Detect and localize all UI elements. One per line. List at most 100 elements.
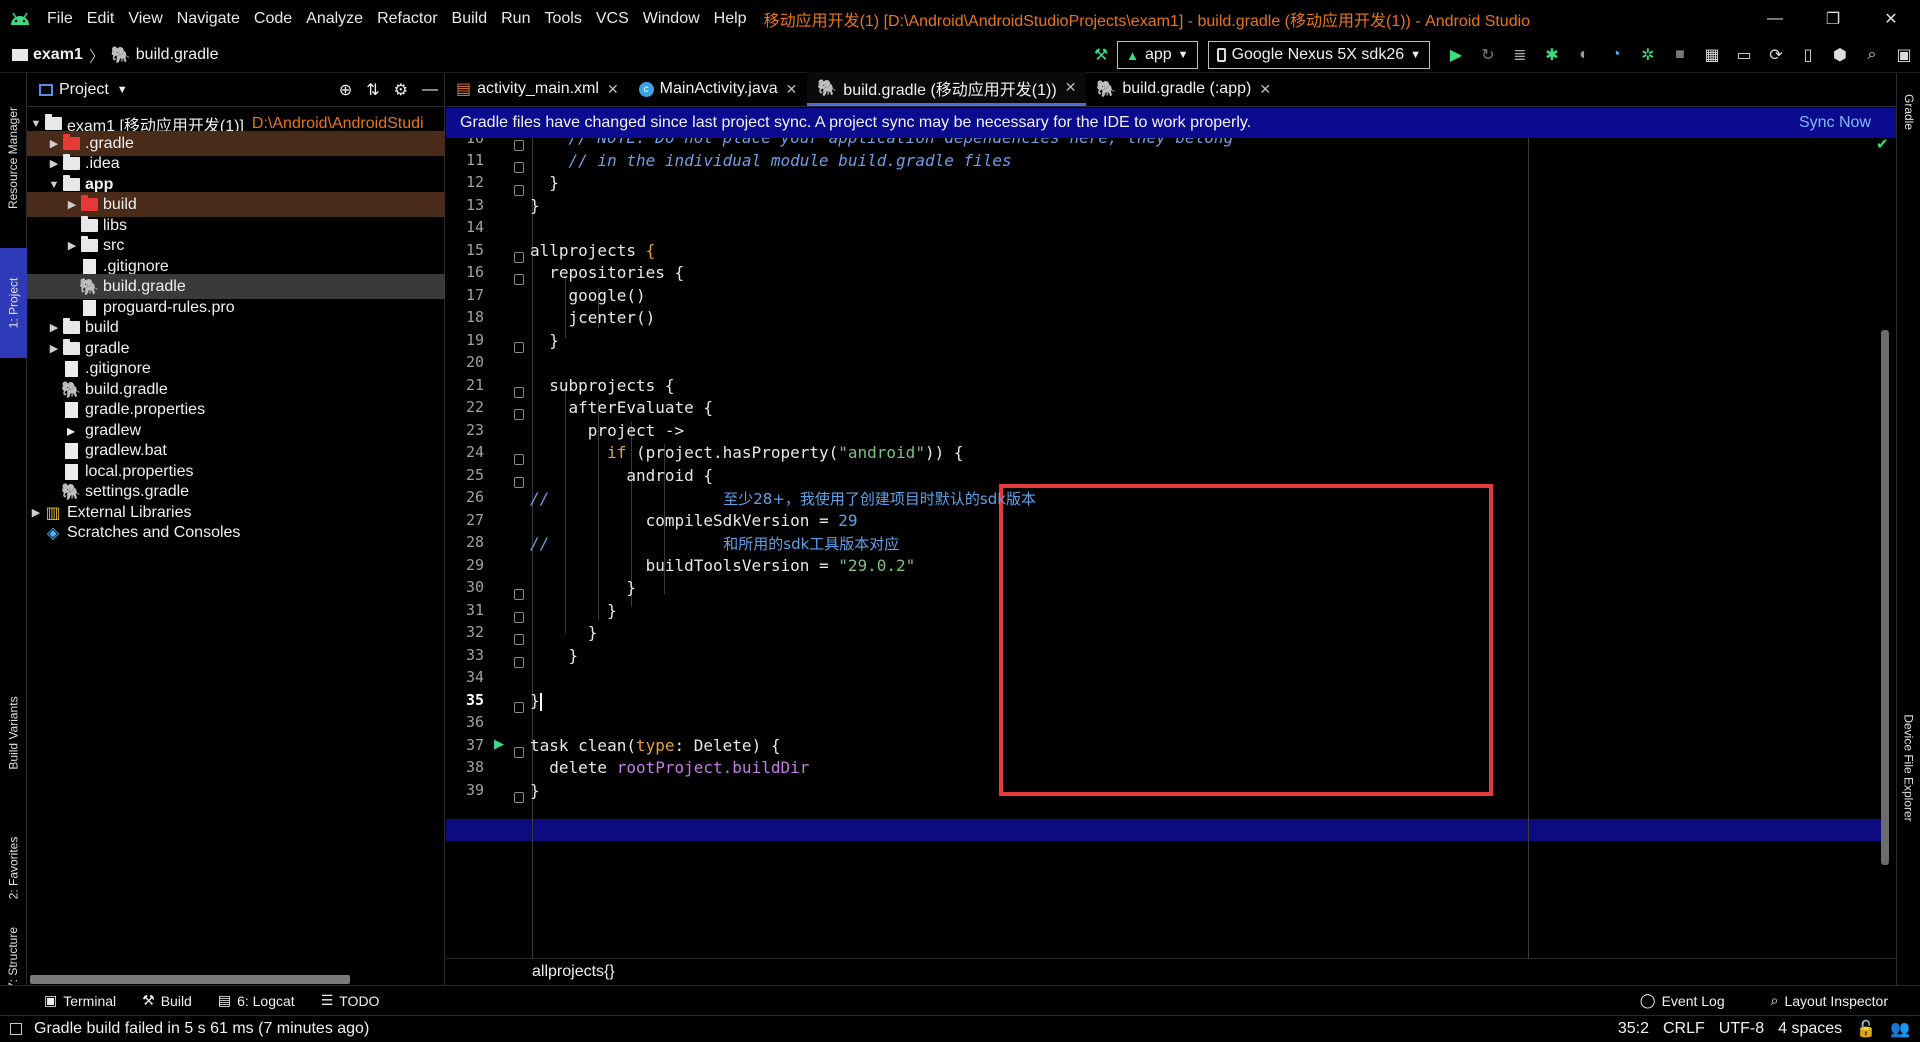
- debug-icon[interactable]: ✱: [1536, 37, 1568, 73]
- git-user-icon[interactable]: 👥: [1890, 1019, 1910, 1039]
- run-gutter-icon[interactable]: ▶: [494, 736, 504, 752]
- collapse-all-icon[interactable]: ⇅: [366, 80, 379, 100]
- menu-navigate[interactable]: Navigate: [170, 10, 247, 28]
- expand-arrow-icon[interactable]: ▶: [29, 506, 43, 519]
- sync-now-link[interactable]: Sync Now: [1799, 114, 1871, 132]
- sdk-manager-icon[interactable]: ⬢: [1824, 37, 1856, 73]
- gradle-tab[interactable]: Gradle: [1897, 77, 1920, 147]
- expand-arrow-icon[interactable]: ▼: [47, 179, 61, 191]
- restore-button[interactable]: ❐: [1804, 0, 1862, 37]
- expand-arrow-icon[interactable]: ▶: [47, 157, 61, 170]
- expand-arrow-icon[interactable]: ▶: [65, 198, 79, 211]
- gear-icon[interactable]: ⚙: [394, 80, 408, 100]
- fold-marker-icon[interactable]: [514, 162, 524, 173]
- tab-build-gradle-app[interactable]: 🐘 build.gradle (:app) ✕: [1086, 72, 1281, 106]
- device-file-explorer-tab[interactable]: Device File Explorer: [1897, 673, 1920, 863]
- project-tool-tab[interactable]: 1: Project: [0, 248, 27, 358]
- fold-marker-icon[interactable]: [514, 342, 524, 353]
- expand-arrow-icon[interactable]: ▶: [65, 239, 79, 252]
- fold-marker-icon[interactable]: [514, 589, 524, 600]
- run-config-select[interactable]: ▲ app ▼: [1117, 41, 1198, 69]
- minimize-button[interactable]: —: [1746, 0, 1804, 37]
- avd-manager-icon[interactable]: ▭: [1728, 37, 1760, 73]
- fold-marker-icon[interactable]: [514, 185, 524, 196]
- menu-refactor[interactable]: Refactor: [370, 10, 444, 28]
- locate-file-icon[interactable]: ⊕: [339, 80, 352, 100]
- inspection-ok-icon[interactable]: ✔: [1876, 138, 1889, 153]
- menu-tools[interactable]: Tools: [537, 10, 588, 28]
- attach-debugger-icon[interactable]: ✲: [1632, 37, 1664, 73]
- menu-view[interactable]: View: [121, 10, 169, 28]
- device-manager-icon[interactable]: ▯: [1792, 37, 1824, 73]
- expand-arrow-icon[interactable]: ▼: [29, 118, 43, 130]
- breadcrumb-project[interactable]: exam1: [33, 46, 83, 64]
- device-select[interactable]: Google Nexus 5X sdk26 ▼: [1207, 41, 1430, 69]
- apply-changes-icon[interactable]: ↻: [1472, 37, 1504, 73]
- menu-build[interactable]: Build: [445, 10, 495, 28]
- tab-build-gradle-project[interactable]: 🐘 build.gradle (移动应用开发(1)) ✕: [807, 72, 1087, 106]
- fold-marker-icon[interactable]: [514, 140, 524, 151]
- profile-icon[interactable]: ◐: [1568, 37, 1600, 73]
- fold-marker-icon[interactable]: [514, 612, 524, 623]
- status-message[interactable]: Gradle build failed in 5 s 61 ms (7 minu…: [34, 1020, 369, 1038]
- profiler-gauge-icon[interactable]: ◔: [1600, 37, 1632, 73]
- close-tab-icon[interactable]: ✕: [607, 81, 619, 98]
- close-tab-icon[interactable]: ✕: [1259, 81, 1271, 98]
- menu-help[interactable]: Help: [707, 10, 754, 28]
- terminal-tab[interactable]: ▣ Terminal: [38, 992, 122, 1009]
- caret-position[interactable]: 35:2: [1618, 1020, 1649, 1038]
- resource-manager-tab[interactable]: Resource Manager: [0, 83, 27, 233]
- stop-icon[interactable]: ■: [1664, 37, 1696, 73]
- editor-vertical-scrollbar[interactable]: [1881, 330, 1889, 865]
- logcat-tab[interactable]: ▤ 6: Logcat: [212, 992, 301, 1009]
- fold-marker-icon[interactable]: [514, 634, 524, 645]
- project-horizontal-scrollbar[interactable]: [30, 975, 350, 984]
- fold-marker-icon[interactable]: [514, 477, 524, 488]
- favorites-tab[interactable]: 2: Favorites: [0, 818, 27, 918]
- close-tab-icon[interactable]: ✕: [1065, 79, 1077, 96]
- lock-icon[interactable]: 🔓: [1856, 1019, 1876, 1039]
- expand-arrow-icon[interactable]: ▶: [47, 321, 61, 334]
- settings-icon[interactable]: ▣: [1888, 37, 1920, 73]
- expand-arrow-icon[interactable]: ▶: [47, 137, 61, 150]
- run-icon[interactable]: ▶: [1440, 37, 1472, 73]
- menu-vcs[interactable]: VCS: [589, 10, 636, 28]
- editor-breadcrumb[interactable]: allprojects{}: [446, 958, 1896, 985]
- fold-marker-icon[interactable]: [514, 792, 524, 803]
- search-icon[interactable]: ⌕: [1856, 37, 1888, 73]
- menu-run[interactable]: Run: [494, 10, 537, 28]
- fold-marker-icon[interactable]: [514, 409, 524, 420]
- layout-inspector-tab[interactable]: ⌕ Layout Inspector: [1765, 992, 1894, 1009]
- todo-tab[interactable]: ☰ TODO: [315, 992, 386, 1009]
- fold-marker-icon[interactable]: [514, 252, 524, 263]
- menu-analyze[interactable]: Analyze: [299, 10, 370, 28]
- event-log-tab[interactable]: ◯ Event Log: [1634, 992, 1731, 1009]
- fold-marker-icon[interactable]: [514, 657, 524, 668]
- editor-breadcrumb-label[interactable]: allprojects{}: [532, 963, 615, 981]
- build-tab[interactable]: ⚒ Build: [136, 992, 198, 1009]
- fold-marker-icon[interactable]: [514, 454, 524, 465]
- tree-item-scratches[interactable]: ◈ Scratches and Consoles: [27, 520, 445, 545]
- tab-activity-main-xml[interactable]: ▤ activity_main.xml ✕: [446, 72, 629, 106]
- menu-file[interactable]: File: [40, 10, 80, 28]
- breadcrumb-file[interactable]: build.gradle: [136, 46, 219, 64]
- menu-code[interactable]: Code: [247, 10, 299, 28]
- expand-arrow-icon[interactable]: ▶: [47, 342, 61, 355]
- project-structure-icon[interactable]: ▦: [1696, 37, 1728, 73]
- file-encoding[interactable]: UTF-8: [1719, 1020, 1764, 1038]
- fold-marker-icon[interactable]: [514, 387, 524, 398]
- sync-gradle-icon[interactable]: ⟳: [1760, 37, 1792, 73]
- structure-tab[interactable]: 7: Structure: [0, 923, 27, 993]
- make-project-hammer-icon[interactable]: ⚒: [1085, 37, 1117, 73]
- line-separator[interactable]: CRLF: [1663, 1020, 1705, 1038]
- hide-panel-icon[interactable]: —: [422, 81, 438, 99]
- fold-marker-icon[interactable]: [514, 274, 524, 285]
- code-editor[interactable]: 10 11 12 13 14 15 16 17 18 19 20 21 22 2…: [446, 138, 1896, 958]
- menu-window[interactable]: Window: [636, 10, 707, 28]
- fold-marker-icon[interactable]: [514, 702, 524, 713]
- build-variants-tab[interactable]: Build Variants: [0, 673, 27, 793]
- indent-setting[interactable]: 4 spaces: [1778, 1020, 1842, 1038]
- menu-edit[interactable]: Edit: [80, 10, 122, 28]
- close-window-button[interactable]: ✕: [1862, 0, 1920, 37]
- close-tab-icon[interactable]: ✕: [786, 81, 798, 98]
